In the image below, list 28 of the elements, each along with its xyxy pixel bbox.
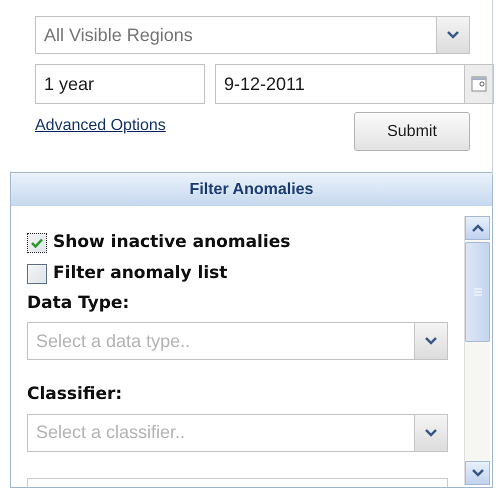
dropdown-field[interactable]: Select a data type.. xyxy=(27,322,414,360)
checkbox[interactable] xyxy=(27,233,47,254)
dropdown-field[interactable] xyxy=(27,478,448,487)
region-select[interactable]: All Visible Regions xyxy=(35,16,436,54)
field-label: Data Type: xyxy=(27,292,130,315)
dropdown-button[interactable] xyxy=(414,414,448,452)
advanced-options-link[interactable]: Advanced Options xyxy=(35,114,166,138)
dropdown-button[interactable] xyxy=(436,16,470,54)
calendar-button[interactable] xyxy=(464,64,494,104)
chevron-down-icon xyxy=(425,337,437,346)
checkbox[interactable] xyxy=(27,264,47,284)
checkmark-icon xyxy=(31,238,43,248)
field-label: Classifier: xyxy=(27,383,124,406)
dropdown-button[interactable] xyxy=(414,322,448,360)
checkbox-label: Show inactive anomalies xyxy=(53,231,290,254)
dropdown-field[interactable]: Select a classifier.. xyxy=(27,414,414,452)
date-field[interactable]: 9-12-2011 xyxy=(215,64,464,104)
chevron-down-icon xyxy=(425,428,437,437)
chevron-down-icon xyxy=(472,469,484,477)
grip-icon[interactable] xyxy=(474,288,482,296)
chevron-up-icon[interactable] xyxy=(472,224,484,232)
checkbox-label: Filter anomaly list xyxy=(53,262,228,285)
calendar-icon[interactable] xyxy=(471,76,487,92)
panel-header: Filter Anomalies xyxy=(11,173,492,206)
submit-button[interactable]: Submit xyxy=(354,112,470,151)
chevron-down-icon xyxy=(447,31,459,39)
duration-field[interactable]: 1 year xyxy=(35,64,205,104)
scrollbar[interactable] xyxy=(464,216,490,485)
